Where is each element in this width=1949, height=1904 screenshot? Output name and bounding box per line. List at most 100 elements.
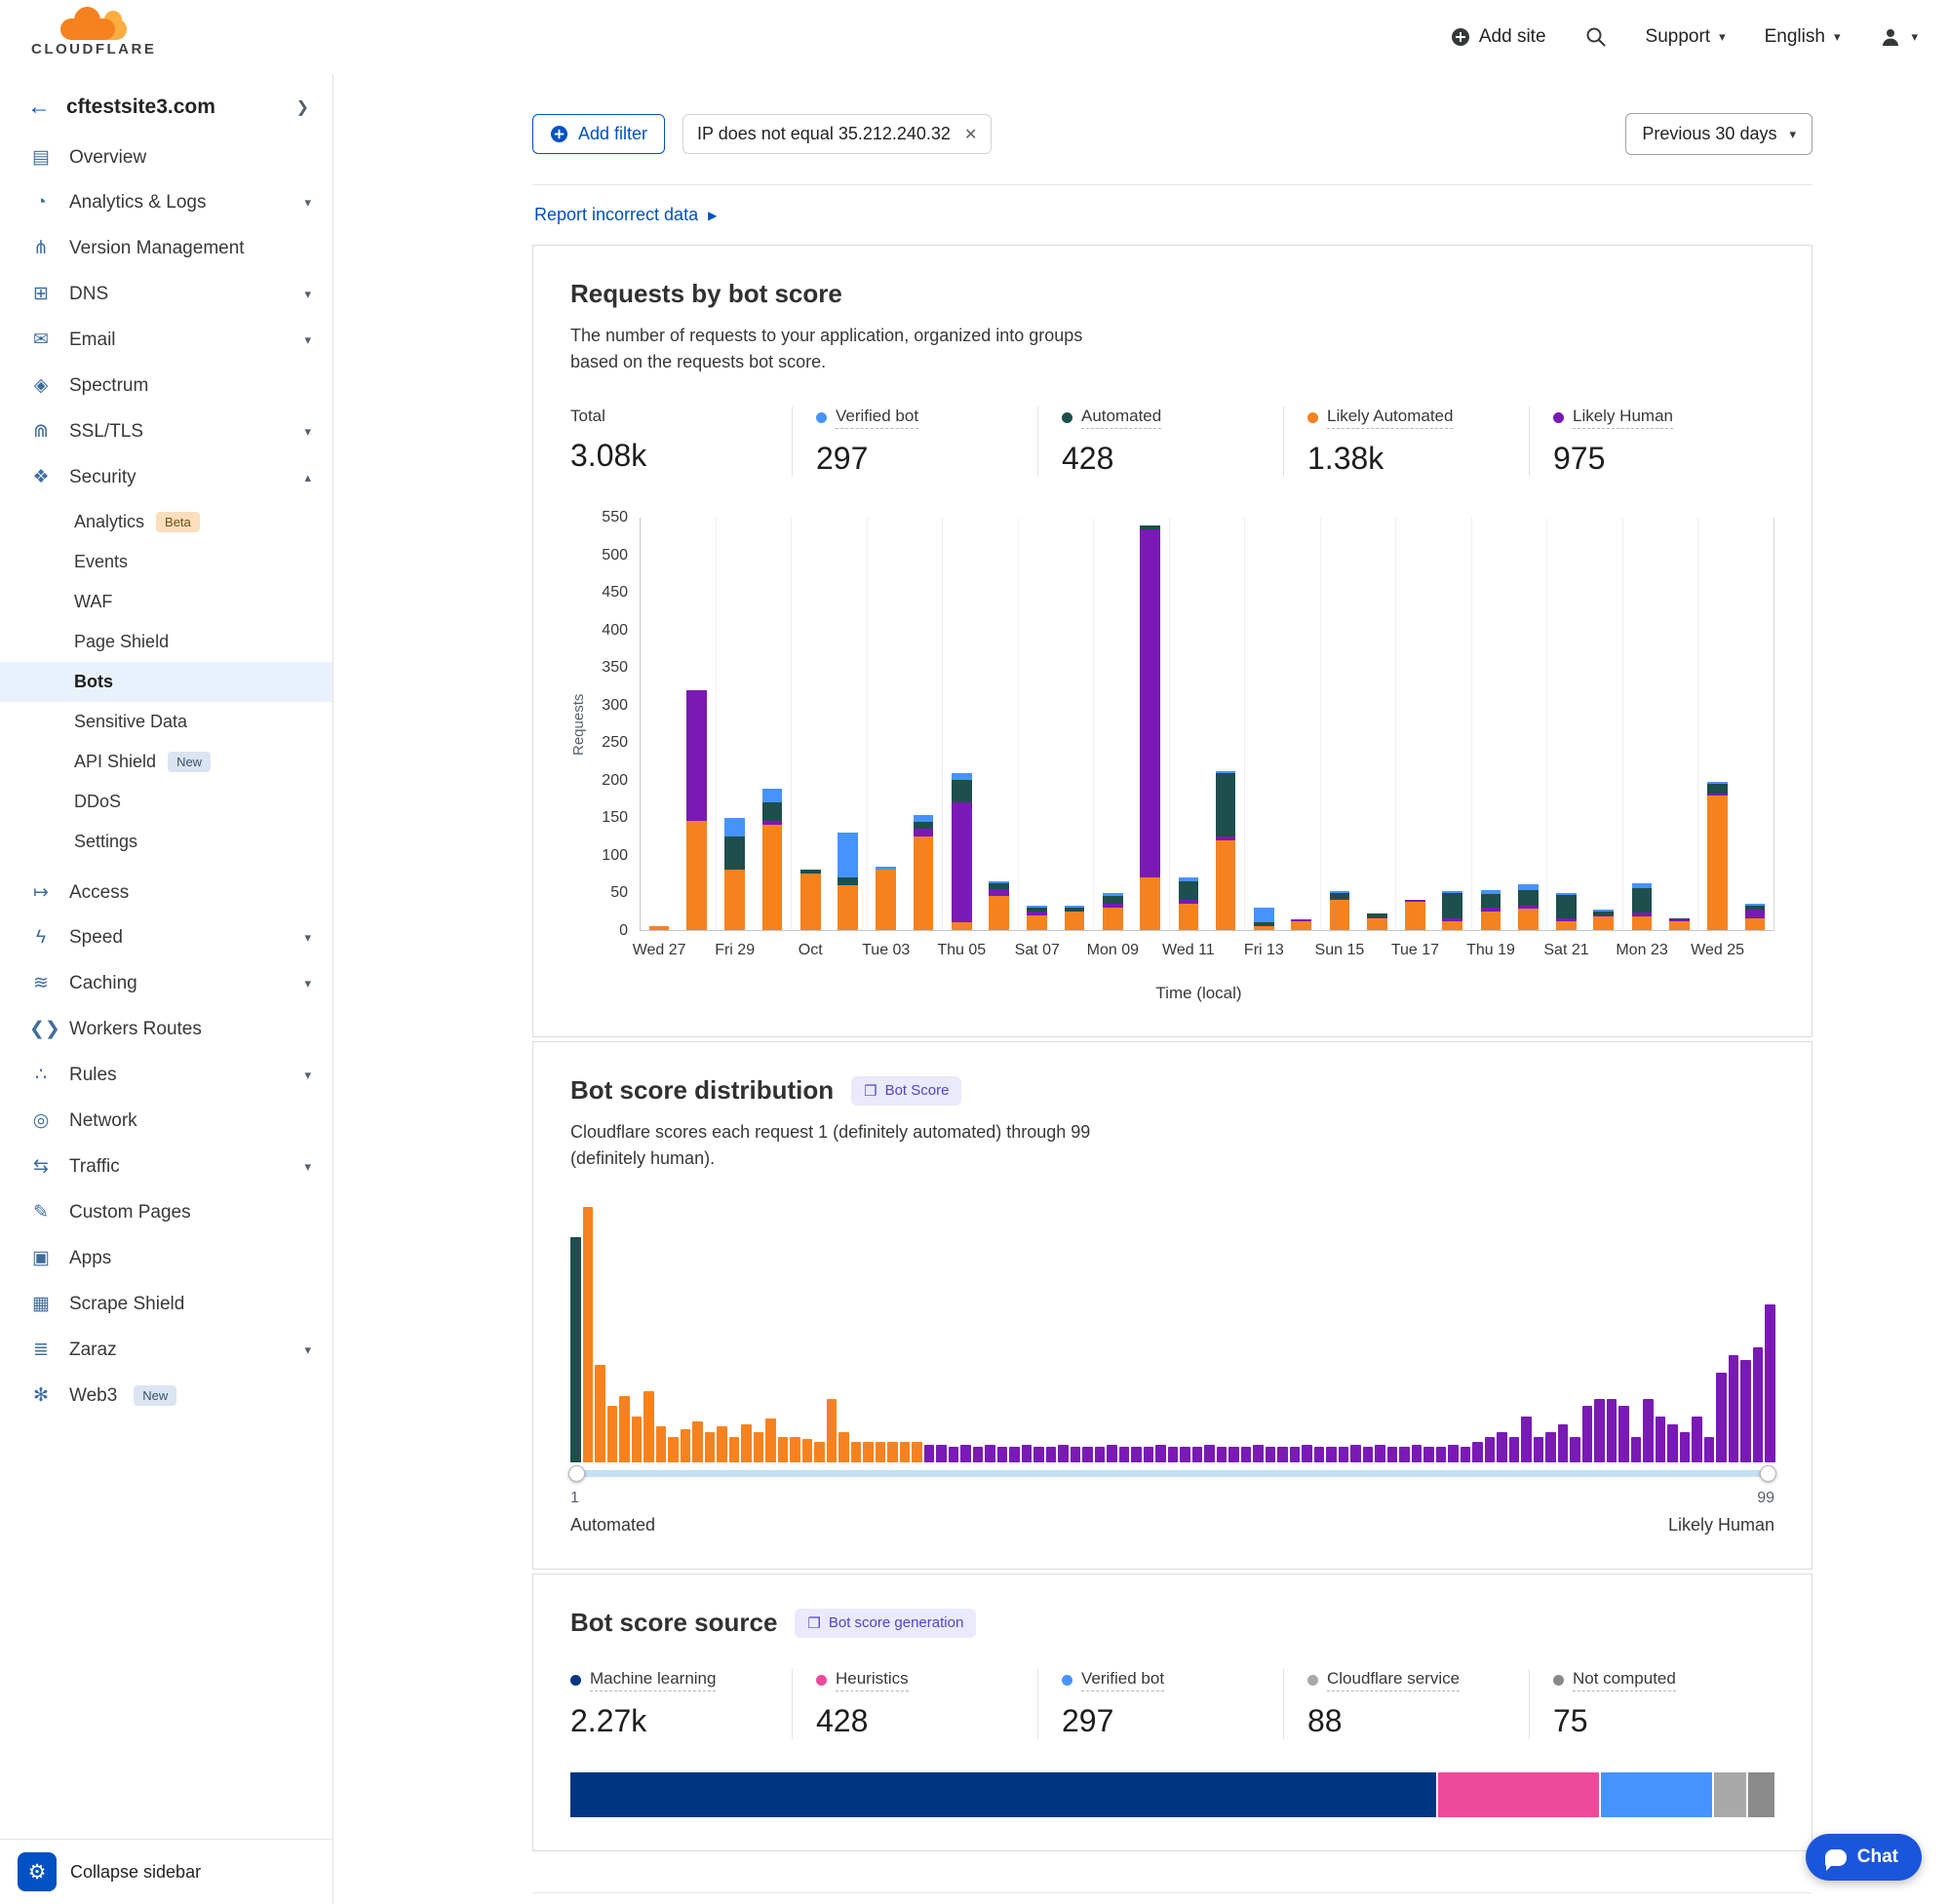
hist-bar-score-54[interactable]	[1217, 1447, 1228, 1462]
chart-bar-mon-09[interactable]: Mon 09	[1093, 518, 1131, 930]
sidebar-item-scrape-shield[interactable]: ▦Scrape Shield	[0, 1281, 332, 1327]
chart-bar-wed-18[interactable]	[1434, 518, 1471, 930]
hist-bar-score-20[interactable]	[802, 1439, 813, 1462]
hist-bar-score-94[interactable]	[1704, 1437, 1715, 1462]
hist-bar-score-24[interactable]	[851, 1442, 862, 1462]
hist-bar-score-76[interactable]	[1485, 1437, 1496, 1462]
hist-bar-score-72[interactable]	[1436, 1447, 1447, 1462]
chart-bar-sun-08[interactable]	[1056, 518, 1093, 930]
source-segment-heuristics[interactable]	[1436, 1772, 1599, 1817]
hist-bar-score-21[interactable]	[814, 1442, 825, 1462]
chart-bar-mon-16[interactable]	[1358, 518, 1395, 930]
sidebar-item-security[interactable]: ❖Security▴	[0, 454, 332, 500]
hist-bar-score-18[interactable]	[778, 1437, 789, 1462]
hist-bar-score-37[interactable]	[1009, 1447, 1020, 1462]
hist-bar-score-53[interactable]	[1204, 1445, 1215, 1462]
sidebar-item-version-management[interactable]: ⋔Version Management	[0, 225, 332, 271]
hist-bar-score-80[interactable]	[1534, 1437, 1544, 1462]
sidebar-item-caching[interactable]: ≋Caching▾	[0, 960, 332, 1006]
hist-bar-score-60[interactable]	[1290, 1447, 1301, 1462]
hist-bar-score-77[interactable]	[1497, 1432, 1507, 1462]
sidebar-item-overview[interactable]: ▤Overview	[0, 135, 332, 180]
hist-bar-score-32[interactable]	[949, 1447, 959, 1462]
hist-bar-score-85[interactable]	[1594, 1399, 1605, 1463]
hist-bar-score-56[interactable]	[1241, 1447, 1252, 1462]
back-arrow-icon[interactable]: ←	[27, 94, 51, 121]
hist-bar-score-67[interactable]	[1375, 1445, 1385, 1462]
hist-bar-score-64[interactable]	[1339, 1447, 1349, 1462]
chart-bar-sun-15[interactable]: Sun 15	[1320, 518, 1358, 930]
chart-bar-thu-28[interactable]	[678, 518, 715, 930]
sidebar-item-events[interactable]: Events	[0, 542, 332, 582]
hist-bar-score-61[interactable]	[1302, 1445, 1312, 1462]
chart-bar-sun-01[interactable]: Oct	[791, 518, 829, 930]
bot-score-badge[interactable]: ❐ Bot Score	[851, 1076, 961, 1106]
hist-bar-score-19[interactable]	[790, 1437, 800, 1462]
search-button[interactable]	[1585, 26, 1607, 48]
hist-bar-score-97[interactable]	[1740, 1360, 1751, 1462]
hist-bar-score-68[interactable]	[1387, 1447, 1398, 1462]
sidebar-item-apps[interactable]: ▣Apps	[0, 1235, 332, 1281]
stat-label[interactable]: Verified bot	[1081, 1669, 1164, 1691]
report-incorrect-data-link[interactable]: Report incorrect data ▶	[534, 205, 717, 225]
account-menu[interactable]: ▾	[1879, 25, 1918, 49]
chart-bar-fri-29[interactable]: Fri 29	[716, 518, 754, 930]
add-site-button[interactable]: Add site	[1451, 26, 1546, 48]
hist-bar-score-28[interactable]	[900, 1442, 911, 1462]
hist-bar-score-43[interactable]	[1082, 1447, 1093, 1462]
hist-bar-score-11[interactable]	[692, 1421, 703, 1462]
time-range-select[interactable]: Previous 30 days ▾	[1625, 113, 1813, 155]
sidebar-item-page-shield[interactable]: Page Shield	[0, 622, 332, 662]
chart-bar-thu-12[interactable]	[1207, 518, 1244, 930]
hist-bar-score-30[interactable]	[924, 1445, 935, 1462]
hist-bar-score-55[interactable]	[1228, 1447, 1239, 1462]
hist-bar-score-26[interactable]	[876, 1442, 886, 1462]
hist-bar-score-86[interactable]	[1607, 1399, 1618, 1463]
hist-bar-score-44[interactable]	[1095, 1447, 1106, 1462]
hist-bar-score-63[interactable]	[1326, 1447, 1337, 1462]
chart-bar-tue-24[interactable]	[1660, 518, 1697, 930]
sidebar-item-custom-pages[interactable]: ✎Custom Pages	[0, 1189, 332, 1235]
chart-bar-fri-06[interactable]	[980, 518, 1017, 930]
hist-bar-score-14[interactable]	[729, 1437, 740, 1462]
stat-label[interactable]: Cloudflare service	[1327, 1669, 1460, 1691]
cloudflare-logo[interactable]: CLOUDFLARE	[31, 17, 156, 58]
hist-bar-score-13[interactable]	[717, 1426, 727, 1462]
hist-bar-score-25[interactable]	[863, 1442, 874, 1462]
hist-bar-score-82[interactable]	[1558, 1424, 1569, 1462]
sidebar-item-spectrum[interactable]: ◈Spectrum	[0, 363, 332, 408]
remove-filter-icon[interactable]: ✕	[964, 125, 977, 144]
hist-bar-score-75[interactable]	[1472, 1442, 1483, 1462]
hist-bar-score-48[interactable]	[1144, 1447, 1154, 1462]
hist-bar-score-83[interactable]	[1570, 1437, 1580, 1462]
sidebar-item-dns[interactable]: ⊞DNS▾	[0, 271, 332, 317]
hist-bar-score-46[interactable]	[1119, 1447, 1130, 1462]
hist-bar-score-79[interactable]	[1521, 1417, 1532, 1462]
sidebar-item-ddos[interactable]: DDoS	[0, 782, 332, 822]
hist-bar-score-40[interactable]	[1046, 1447, 1057, 1462]
sidebar-item-analytics[interactable]: AnalyticsBeta	[0, 502, 332, 542]
chart-bar-tue-10[interactable]	[1131, 518, 1168, 930]
sidebar-item-traffic[interactable]: ⇆Traffic▾	[0, 1144, 332, 1189]
chart-bar-sat-07[interactable]: Sat 07	[1018, 518, 1056, 930]
sidebar-item-network[interactable]: ◎Network	[0, 1098, 332, 1144]
hist-bar-score-73[interactable]	[1448, 1445, 1459, 1462]
hist-bar-score-95[interactable]	[1716, 1373, 1727, 1462]
chart-bar-sun-22[interactable]	[1585, 518, 1622, 930]
chart-bar-mon-23[interactable]: Mon 23	[1622, 518, 1660, 930]
hist-bar-score-71[interactable]	[1423, 1447, 1434, 1462]
sidebar-item-analytics-logs[interactable]: ◔Analytics & Logs▾	[0, 180, 332, 225]
hist-bar-score-69[interactable]	[1399, 1447, 1410, 1462]
hist-bar-score-47[interactable]	[1131, 1447, 1142, 1462]
hist-bar-score-93[interactable]	[1692, 1417, 1702, 1462]
stat-label[interactable]: Verified bot	[836, 407, 918, 429]
hist-bar-score-52[interactable]	[1192, 1447, 1203, 1462]
sidebar-item-rules[interactable]: ∴Rules▾	[0, 1052, 332, 1098]
hist-bar-score-9[interactable]	[668, 1437, 679, 1462]
bot-score-generation-badge[interactable]: ❐ Bot score generation	[795, 1609, 976, 1638]
chart-bar-thu-05[interactable]: Thu 05	[942, 518, 980, 930]
hist-bar-score-65[interactable]	[1350, 1445, 1361, 1462]
hist-bar-score-38[interactable]	[1022, 1445, 1033, 1462]
source-segment-not-computed[interactable]	[1746, 1772, 1774, 1817]
sidebar-item-ssl-tls[interactable]: ⋒SSL/TLS▾	[0, 408, 332, 454]
